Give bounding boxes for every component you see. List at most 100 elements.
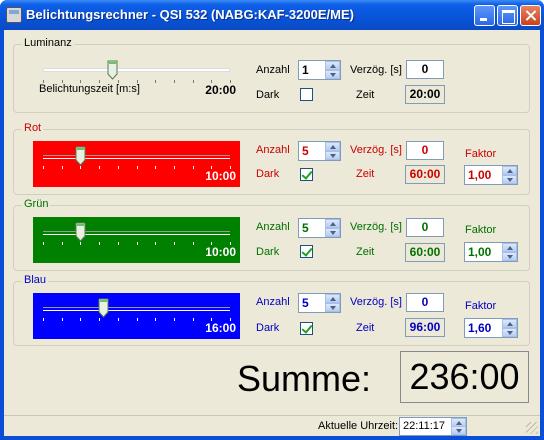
verzoeg-label: Verzög. [s] — [350, 221, 402, 233]
slider-tick — [136, 166, 138, 169]
zeit-value-blau: 96:00 — [405, 318, 445, 337]
spin-up-icon[interactable] — [502, 243, 517, 252]
slider-track — [43, 68, 230, 72]
slider-rot[interactable]: 10:00 — [33, 141, 240, 187]
slider-thumb[interactable] — [107, 60, 118, 80]
slider-time-gruen: 10:00 — [205, 245, 236, 259]
anzahl-stepper-luminanz[interactable]: 1 — [298, 60, 341, 80]
faktor-label: Faktor — [465, 300, 497, 312]
maximize-button[interactable] — [497, 5, 518, 26]
slider-ticks — [43, 318, 231, 321]
spin-down-icon[interactable] — [325, 228, 340, 237]
spin-down-icon[interactable] — [325, 151, 340, 160]
close-button[interactable] — [520, 5, 541, 26]
slider-luminanz[interactable]: Belichtungszeit [m:s] 20:00 — [33, 55, 240, 101]
slider-thumb[interactable] — [98, 298, 109, 318]
anzahl-value: 1 — [302, 63, 309, 77]
window-title: Belichtungsrechner - QSI 532 (NABG:KAF-3… — [26, 7, 354, 22]
zeit-value-luminanz: 20:00 — [405, 85, 445, 104]
slider-tick — [80, 166, 82, 169]
slider-tick — [155, 318, 157, 321]
slider-tick — [173, 318, 175, 321]
slider-tick — [136, 242, 138, 245]
slider-tick — [155, 242, 157, 245]
current-time-value: 22:11:17 — [403, 420, 446, 432]
faktor-stepper-gruen[interactable]: 1,00 — [464, 242, 518, 262]
title-bar[interactable]: Belichtungsrechner - QSI 532 (NABG:KAF-3… — [0, 0, 544, 30]
slider-track — [43, 307, 230, 311]
spin-down-icon[interactable] — [325, 70, 340, 79]
dark-checkbox-luminanz[interactable] — [300, 88, 313, 101]
anzahl-stepper-gruen[interactable]: 5 — [298, 218, 341, 238]
app-icon — [6, 7, 22, 23]
faktor-stepper-blau[interactable]: 1,60 — [464, 318, 518, 338]
spin-up-icon[interactable] — [325, 219, 340, 228]
status-bar: Aktuelle Uhrzeit: 22:11:17 — [4, 415, 540, 436]
dark-label: Dark — [256, 89, 280, 101]
verzoeg-label: Verzög. [s] — [350, 64, 402, 76]
spin-down-icon[interactable] — [451, 426, 466, 435]
summe-value: 236:00 — [400, 351, 529, 403]
anzahl-label: Anzahl — [256, 296, 290, 308]
slider-tick — [99, 166, 101, 169]
slider-blau[interactable]: 16:00 — [33, 293, 240, 339]
slider-tick — [61, 242, 63, 245]
spin-up-icon[interactable] — [325, 142, 340, 151]
slider-tick — [117, 242, 119, 245]
slider-tick — [173, 166, 175, 169]
dark-checkbox-gruen[interactable] — [300, 245, 313, 258]
minimize-button[interactable] — [474, 5, 495, 26]
slider-tick — [192, 242, 194, 245]
slider-tick — [43, 242, 44, 245]
spin-down-icon[interactable] — [325, 303, 340, 312]
slider-tick — [136, 318, 138, 321]
spin-down-icon[interactable] — [502, 175, 517, 184]
slider-tick — [80, 242, 82, 245]
group-label-luminanz: Luminanz — [22, 37, 74, 49]
spin-up-icon[interactable] — [325, 61, 340, 70]
slider-tick — [117, 318, 119, 321]
anzahl-value: 5 — [302, 144, 309, 158]
current-time-field[interactable]: 22:11:17 — [399, 417, 467, 436]
slider-time-blau: 16:00 — [205, 321, 236, 335]
spin-down-icon[interactable] — [502, 252, 517, 261]
slider-tick — [155, 166, 157, 169]
zeit-label: Zeit — [356, 322, 375, 334]
slider-tick — [192, 318, 194, 321]
dark-label: Dark — [256, 246, 280, 258]
current-time-label: Aktuelle Uhrzeit: — [318, 420, 399, 432]
dark-checkbox-blau[interactable] — [300, 322, 313, 335]
dark-checkbox-rot[interactable] — [300, 168, 313, 181]
slider-tick — [173, 80, 175, 83]
spin-down-icon[interactable] — [502, 328, 517, 337]
spin-up-icon[interactable] — [325, 294, 340, 303]
slider-tick — [43, 166, 44, 169]
slider-tick — [61, 166, 63, 169]
slider-thumb[interactable] — [75, 222, 86, 242]
verzoeg-label: Verzög. [s] — [350, 144, 402, 156]
slider-thumb[interactable] — [75, 146, 86, 166]
verzoeg-field-luminanz[interactable]: 0 — [406, 60, 444, 79]
faktor-stepper-rot[interactable]: 1,00 — [464, 165, 518, 185]
spin-up-icon[interactable] — [502, 166, 517, 175]
slider-tick — [117, 166, 119, 169]
group-gruen: Grün 10:00 Anzahl 5 Verzög. [s] 0 Faktor… — [13, 198, 530, 271]
zeit-label: Zeit — [356, 168, 375, 180]
slider-tick — [192, 166, 194, 169]
verzoeg-field-blau[interactable]: 0 — [406, 293, 444, 312]
group-blau: Blau 16:00 Anzahl 5 Verzög. [s] 0 Faktor… — [13, 274, 530, 346]
spin-up-icon[interactable] — [502, 319, 517, 328]
group-label-blau: Blau — [22, 274, 49, 286]
anzahl-stepper-rot[interactable]: 5 — [298, 141, 341, 161]
anzahl-stepper-blau[interactable]: 5 — [298, 293, 341, 313]
verzoeg-label: Verzög. [s] — [350, 296, 402, 308]
slider-tick — [80, 318, 82, 321]
zeit-value-gruen: 60:00 — [405, 243, 445, 262]
slider-tick — [173, 242, 175, 245]
slider-gruen[interactable]: 10:00 — [33, 217, 240, 263]
resize-grip-icon[interactable] — [526, 422, 538, 434]
verzoeg-field-rot[interactable]: 0 — [406, 141, 444, 160]
verzoeg-field-gruen[interactable]: 0 — [406, 218, 444, 237]
group-luminanz: Luminanz Belichtungszeit [m:s] 20:00 Anz… — [13, 37, 530, 113]
slider-tick — [61, 318, 63, 321]
